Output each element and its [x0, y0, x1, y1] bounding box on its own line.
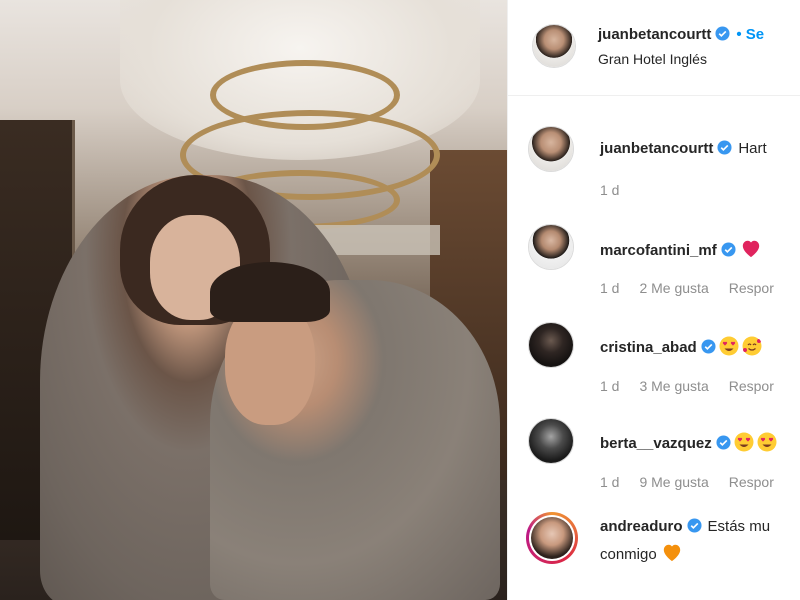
- comment-meta: 1 d: [600, 182, 639, 198]
- avatar[interactable]: [532, 24, 576, 68]
- comments-panel: juanbetancourtt • Se Gran Hotel Inglés ju…: [507, 0, 800, 600]
- comment-item: juanbetancourtt Hart 1 d: [508, 124, 800, 219]
- follow-button[interactable]: • Se: [736, 26, 764, 43]
- comment-body: Estás mu: [707, 518, 771, 535]
- avatar[interactable]: [526, 512, 578, 564]
- comment-username[interactable]: juanbetancourtt: [600, 140, 713, 157]
- header-line: juanbetancourtt • Se: [598, 26, 764, 43]
- comment-time[interactable]: 1 d: [600, 474, 619, 490]
- comment-username[interactable]: andreaduro: [600, 518, 683, 535]
- man-hair: [210, 262, 330, 322]
- comment-item: berta__vazquez 1 d 9 Me gusta Respor: [508, 416, 800, 511]
- comment-likes[interactable]: 2 Me gusta: [639, 280, 708, 296]
- comment-body: conmigo: [600, 546, 657, 563]
- comment-time[interactable]: 1 d: [600, 378, 619, 394]
- comment-text: andreaduro Estás mu: [600, 518, 770, 535]
- reply-button[interactable]: Respor: [729, 474, 774, 490]
- location-link[interactable]: Gran Hotel Inglés: [598, 51, 707, 67]
- comment-text: juanbetancourtt Hart: [600, 140, 767, 157]
- verified-icon: [686, 518, 702, 533]
- comment-text: marcofantini_mf: [600, 238, 762, 259]
- comment-time[interactable]: 1 d: [600, 280, 619, 296]
- verified-icon: [715, 26, 730, 41]
- comment-meta: 1 d 9 Me gusta Respor: [600, 474, 794, 490]
- red-heart-emoji: [742, 240, 759, 258]
- comment-meta: 1 d 3 Me gusta Respor: [600, 378, 794, 394]
- reply-button[interactable]: Respor: [729, 280, 774, 296]
- comment-item: marcofantini_mf 1 d 2 Me gusta Respor: [508, 222, 800, 317]
- comment-meta: 1 d 2 Me gusta Respor: [600, 280, 794, 296]
- avatar[interactable]: [528, 126, 574, 172]
- comment-username[interactable]: cristina_abad: [600, 339, 697, 356]
- comment-time[interactable]: 1 d: [600, 182, 619, 198]
- comment-username[interactable]: marcofantini_mf: [600, 242, 717, 259]
- verified-icon: [716, 435, 731, 450]
- comment-body: Hart: [738, 140, 767, 157]
- smiling-face-with-hearts-emoji: [742, 336, 762, 356]
- post-username[interactable]: juanbetancourtt: [598, 26, 711, 43]
- avatar[interactable]: [528, 322, 574, 368]
- comment-item: andreaduro Estás mu conmigo: [508, 512, 800, 600]
- reply-button[interactable]: Respor: [729, 378, 774, 394]
- comment-likes[interactable]: 3 Me gusta: [639, 378, 708, 394]
- comment-likes[interactable]: 9 Me gusta: [639, 474, 708, 490]
- comment-text: berta__vazquez: [600, 432, 777, 452]
- heart-eyes-emoji: [757, 432, 777, 452]
- comment-text-line2: conmigo: [600, 542, 683, 563]
- comment-username[interactable]: berta__vazquez: [600, 435, 712, 452]
- verified-icon: [721, 242, 736, 257]
- comment-text: cristina_abad: [600, 336, 762, 356]
- verified-icon: [717, 140, 732, 155]
- comment-item: cristina_abad 1 d 3 Me gusta Respor: [508, 320, 800, 415]
- post-header: juanbetancourtt • Se Gran Hotel Inglés: [508, 0, 800, 96]
- orange-heart-emoji: [663, 544, 680, 562]
- heart-eyes-emoji: [734, 432, 754, 452]
- avatar[interactable]: [528, 224, 574, 270]
- post-photo[interactable]: [0, 0, 507, 600]
- verified-icon: [701, 339, 716, 354]
- heart-eyes-emoji: [719, 336, 739, 356]
- avatar[interactable]: [528, 418, 574, 464]
